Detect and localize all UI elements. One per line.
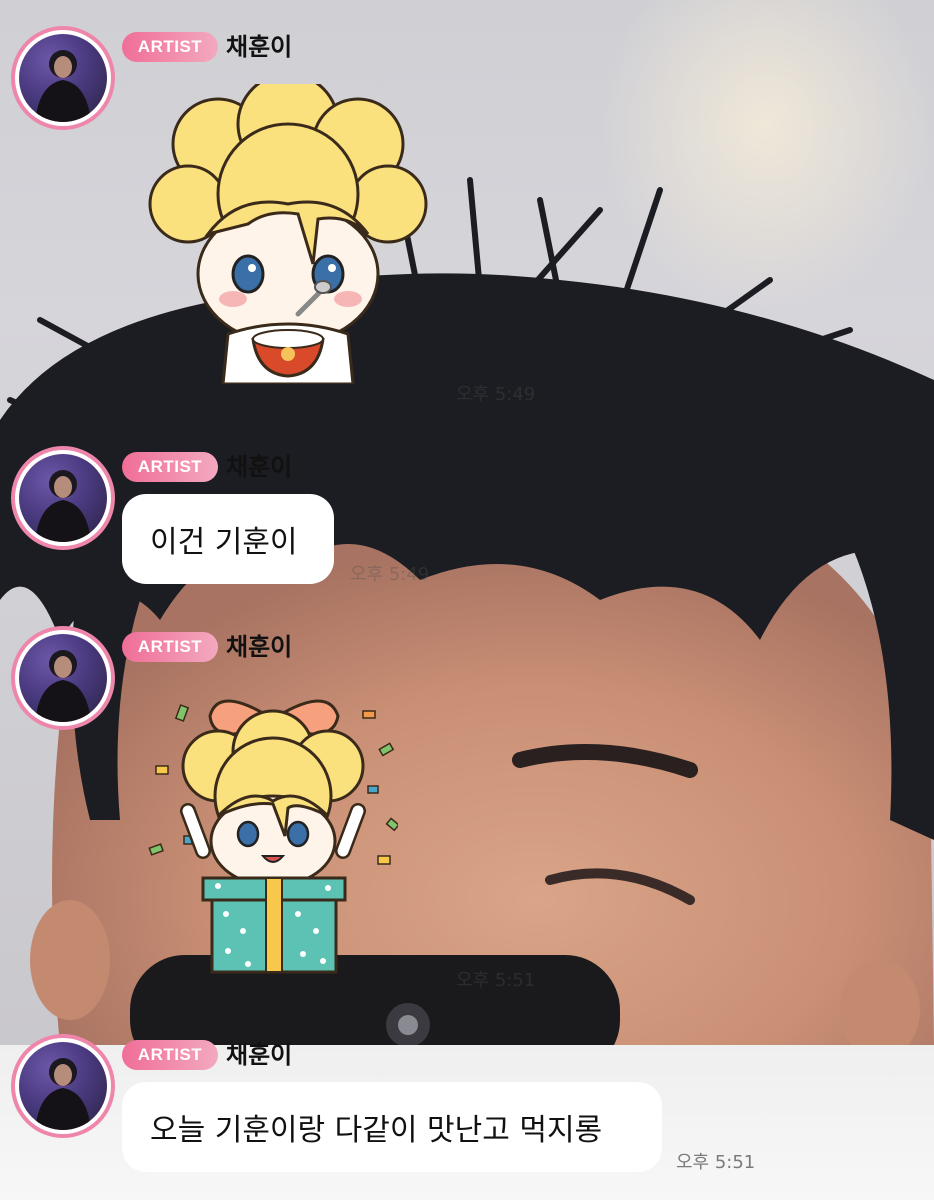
sender-name: 채훈이	[226, 33, 293, 61]
message-bubble[interactable]: 오늘 기훈이랑 다같이 맛난고 먹지롱	[122, 1082, 662, 1172]
message-time: 오후 5:51	[676, 1152, 756, 1173]
message-time: 오후 5:51	[456, 970, 536, 991]
profile-photo	[35, 470, 91, 542]
message-time: 오후 5:49	[456, 384, 536, 405]
message-bubble[interactable]: 이건 기훈이	[122, 494, 334, 584]
artist-badge: ARTIST	[122, 1040, 218, 1070]
gift-box-sticker[interactable]	[148, 686, 400, 982]
artist-badge: ARTIST	[122, 632, 218, 662]
profile-photo	[35, 50, 91, 122]
message-time: 오후 5:49	[350, 564, 430, 585]
sender-name: 채훈이	[226, 453, 293, 481]
avatar[interactable]	[11, 626, 115, 730]
sender-name: 채훈이	[226, 1041, 293, 1069]
profile-photo	[35, 1058, 91, 1130]
avatar[interactable]	[11, 1034, 115, 1138]
avatar[interactable]	[11, 26, 115, 130]
profile-photo	[35, 650, 91, 722]
sender-name: 채훈이	[226, 633, 293, 661]
artist-badge: ARTIST	[122, 32, 218, 62]
eating-rice-sticker[interactable]	[148, 72, 428, 388]
artist-badge: ARTIST	[122, 452, 218, 482]
avatar[interactable]	[11, 446, 115, 550]
